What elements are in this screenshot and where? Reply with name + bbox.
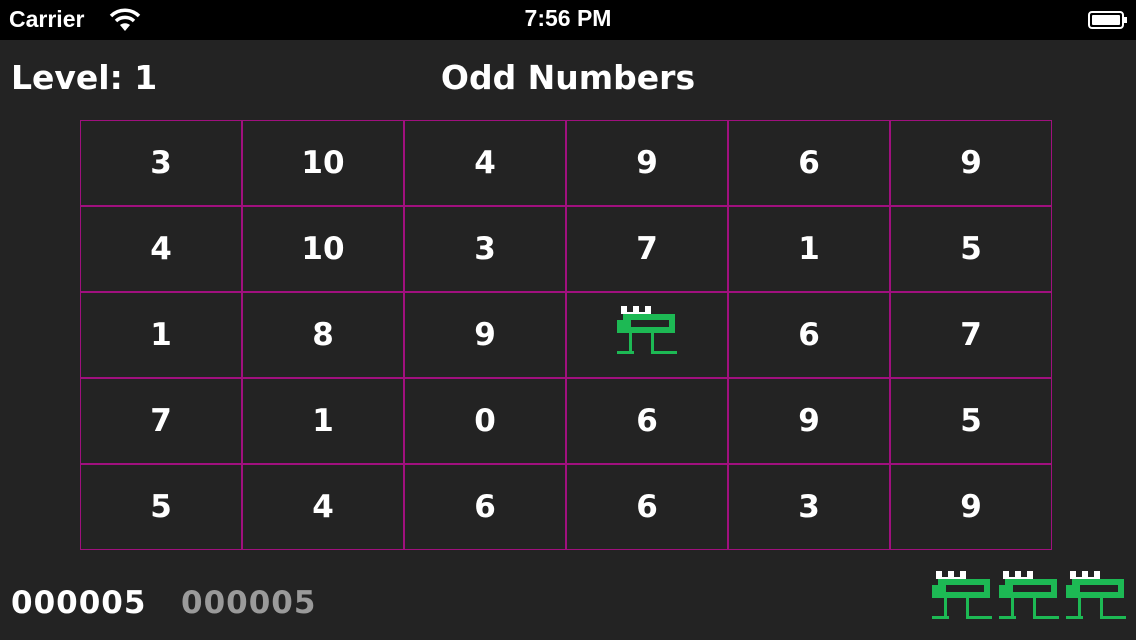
cell-number: 5 (960, 403, 982, 439)
grid-cell[interactable]: 4 (404, 120, 566, 206)
cell-number: 1 (312, 403, 334, 439)
grid-cell[interactable]: 7 (566, 206, 728, 292)
grid-cell[interactable]: 10 (242, 206, 404, 292)
cell-number: 6 (798, 145, 820, 181)
grid-cell[interactable]: 1 (80, 292, 242, 378)
grid-cell[interactable]: 6 (728, 120, 890, 206)
grid-cell[interactable]: 6 (566, 464, 728, 550)
cell-number: 1 (798, 231, 820, 267)
grid-cell[interactable]: 9 (890, 464, 1052, 550)
battery-icon (1088, 11, 1127, 29)
cell-number: 9 (636, 145, 658, 181)
cell-number: 7 (636, 231, 658, 267)
cell-number: 5 (960, 231, 982, 267)
cell-number: 4 (150, 231, 172, 267)
grid-cell[interactable]: 6 (728, 292, 890, 378)
grid-cell[interactable]: 4 (242, 464, 404, 550)
grid-cell[interactable]: 10 (242, 120, 404, 206)
life-muncher-icon (932, 571, 992, 619)
cell-number: 9 (960, 489, 982, 525)
cell-number: 6 (636, 489, 658, 525)
muncher-icon (617, 306, 677, 354)
cell-number: 4 (474, 145, 496, 181)
grid-cell[interactable]: 6 (404, 464, 566, 550)
game-screen: Level: 1 Odd Numbers 3 10 4 9 6 9 4 10 3 7 1 5 1 8 9 6 7… (0, 40, 1136, 640)
cell-number: 3 (150, 145, 172, 181)
grid-cell[interactable]: 9 (890, 120, 1052, 206)
grid-cell[interactable]: 7 (890, 292, 1052, 378)
cell-number: 7 (150, 403, 172, 439)
clock: 7:56 PM (524, 5, 612, 31)
cell-number: 1 (150, 317, 172, 353)
grid-cell[interactable]: 3 (404, 206, 566, 292)
cell-number: 8 (312, 317, 334, 353)
grid-cell[interactable]: 4 (80, 206, 242, 292)
grid-cell[interactable]: 5 (890, 378, 1052, 464)
cell-number: 6 (474, 489, 496, 525)
grid-cell[interactable]: 3 (728, 464, 890, 550)
grid-cell[interactable]: 3 (80, 120, 242, 206)
grid-cell[interactable]: 9 (566, 120, 728, 206)
cell-number: 3 (798, 489, 820, 525)
cell-number: 9 (960, 145, 982, 181)
cell-number: 6 (798, 317, 820, 353)
grid-cell[interactable]: 9 (728, 378, 890, 464)
grid-cell[interactable]: 7 (80, 378, 242, 464)
grid-cell[interactable]: 9 (404, 292, 566, 378)
grid-cell[interactable]: 5 (890, 206, 1052, 292)
cell-number: 0 (474, 403, 496, 439)
high-score: 000005 (181, 585, 317, 621)
life-muncher-icon (1066, 571, 1126, 619)
grid-cell[interactable]: 8 (242, 292, 404, 378)
grid-cell[interactable]: 1 (242, 378, 404, 464)
cell-number: 6 (636, 403, 658, 439)
game-board: 3 10 4 9 6 9 4 10 3 7 1 5 1 8 9 6 7 7 1 0 6 9 5 5 4 6 6 3 9 (80, 120, 1056, 554)
cell-number: 3 (474, 231, 496, 267)
cell-number: 5 (150, 489, 172, 525)
grid-cell-player[interactable] (566, 292, 728, 378)
cell-number: 4 (312, 489, 334, 525)
score: 000005 (11, 585, 147, 621)
cell-number: 10 (301, 145, 345, 181)
grid-cell[interactable]: 0 (404, 378, 566, 464)
grid-cell[interactable]: 6 (566, 378, 728, 464)
cell-number: 9 (474, 317, 496, 353)
lives-indicator (930, 568, 1128, 632)
grid-cell[interactable]: 5 (80, 464, 242, 550)
cell-number: 9 (798, 403, 820, 439)
cell-number: 7 (960, 317, 982, 353)
life-muncher-icon (999, 571, 1059, 619)
cell-number: 10 (301, 231, 345, 267)
grid-cell[interactable]: 1 (728, 206, 890, 292)
game-title: Odd Numbers (440, 58, 696, 97)
status-bar: Carrier 7:56 PM (0, 0, 1136, 40)
